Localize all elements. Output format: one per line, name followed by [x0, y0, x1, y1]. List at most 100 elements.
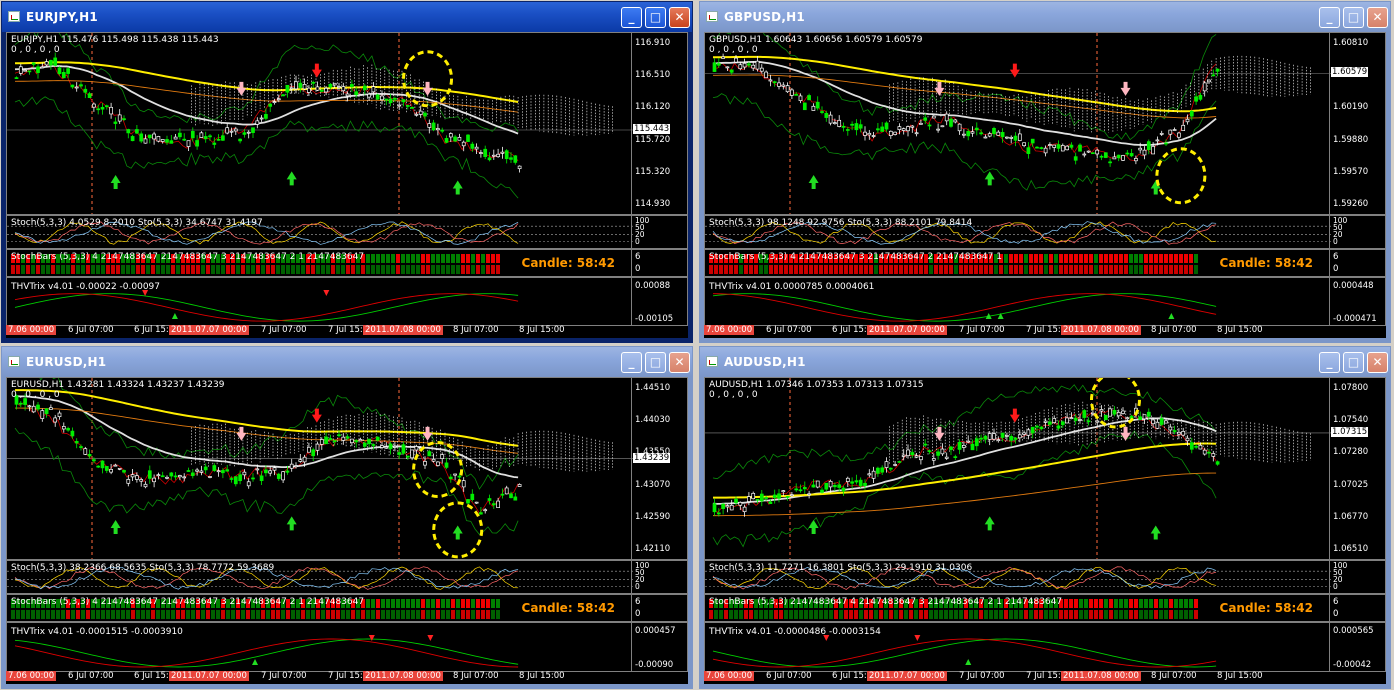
indicator-values: 0 , 0 , 0 , 0: [11, 45, 60, 55]
stochbar: [281, 610, 285, 619]
close-button[interactable]: ✕: [1367, 7, 1388, 28]
stochbar: [186, 265, 190, 274]
stochbar: [1129, 265, 1133, 274]
candle-body: [259, 117, 264, 120]
stochbar: [1004, 265, 1008, 274]
stochbar: [1074, 265, 1078, 274]
stochbar: [1009, 610, 1013, 619]
stochbar: [106, 265, 110, 274]
candle-body: [923, 443, 928, 446]
stochbar: [471, 599, 475, 608]
moving-average-yellow: [712, 442, 1217, 499]
stochbar: [909, 610, 913, 619]
candle-body: [27, 405, 32, 408]
stochbar: [919, 265, 923, 274]
candle-body: [294, 81, 298, 90]
stochbar: [744, 610, 748, 619]
stochbar: [974, 265, 978, 274]
candle-body: [384, 98, 389, 101]
candle-body: [729, 69, 734, 73]
price-pane[interactable]: AUDUSD,H1 1.07346 1.07353 1.07313 1.0731…: [704, 377, 1386, 560]
time-axis[interactable]: 7.06 00:00 6 Jul 07:00 6 Jul 15: 2011.07.07…: [6, 670, 688, 684]
candle-body: [27, 70, 32, 73]
trix-pane[interactable]: THVTrix v4.01 -0.0000486 -0.0003154 0.000…: [704, 622, 1386, 672]
stochbar: [241, 610, 245, 619]
title-bar[interactable]: GBPUSD,H1 _ □ ✕: [700, 2, 1390, 32]
candle-body: [1181, 431, 1186, 436]
stochbar: [436, 265, 440, 274]
chart-window-eurjpy[interactable]: EURJPY,H1 _ □ ✕ EURJPY,H1 115.476 115.49…: [1, 1, 693, 343]
candle-body: [479, 152, 483, 154]
title-bar[interactable]: AUDUSD,H1 _ □ ✕: [700, 347, 1390, 377]
maximize-button[interactable]: □: [645, 352, 666, 373]
candle-body: [246, 131, 251, 134]
stochbar: [1019, 265, 1023, 274]
price-pane[interactable]: EURJPY,H1 115.476 115.498 115.438 115.44…: [6, 32, 688, 215]
candle-body: [122, 118, 126, 121]
stochbar: [1014, 610, 1018, 619]
minimize-button[interactable]: _: [1319, 7, 1340, 28]
trix-pane[interactable]: THVTrix v4.01 -0.0001515 -0.0003910 0.000…: [6, 622, 688, 672]
stochbar: [156, 265, 160, 274]
trix-pane[interactable]: THVTrix v4.01 0.0000785 0.0004061 0.00044…: [704, 277, 1386, 326]
stochbar: [291, 610, 295, 619]
price-axis[interactable]: 1.608101.605001.601901.598801.595701.592…: [1329, 33, 1385, 214]
close-button[interactable]: ✕: [669, 7, 690, 28]
minimize-button[interactable]: _: [621, 352, 642, 373]
stochbar: [146, 265, 150, 274]
chart-window-gbpusd[interactable]: GBPUSD,H1 _ □ ✕ GBPUSD,H1 1.60643 1.6065…: [699, 1, 1391, 343]
close-button[interactable]: ✕: [1367, 352, 1388, 373]
price-axis[interactable]: 1.445101.440301.435501.430701.425901.421…: [631, 378, 687, 559]
title-bar[interactable]: EURUSD,H1 _ □ ✕: [2, 347, 692, 377]
candle-body: [747, 496, 751, 502]
stoch-pane[interactable]: Stoch(5,3,3) 38.2366 68.5635 Sto(5,3,3) …: [6, 560, 688, 594]
stoch-pane[interactable]: Stoch(5,3,3) 98.1248 92.9756 Sto(5,3,3) …: [704, 215, 1386, 249]
time-axis[interactable]: 7.06 00:00 6 Jul 07:00 6 Jul 15: 2011.07.07…: [704, 324, 1386, 338]
candle-body: [431, 458, 436, 462]
price-pane[interactable]: GBPUSD,H1 1.60643 1.60656 1.60579 1.6057…: [704, 32, 1386, 215]
candle-body: [491, 154, 496, 157]
stoch-pane[interactable]: Stoch(5,3,3) 11.7271 16.3801 Sto(5,3,3) …: [704, 560, 1386, 594]
price-pane[interactable]: EURUSD,H1 1.43281 1.43324 1.43237 1.4323…: [6, 377, 688, 560]
chart-area[interactable]: EURJPY,H1 115.476 115.498 115.438 115.44…: [6, 32, 688, 338]
candle-body: [397, 452, 402, 455]
chart-window-eurusd[interactable]: EURUSD,H1 _ □ ✕ EURUSD,H1 1.43281 1.4332…: [1, 346, 693, 689]
stochbars-pane[interactable]: StochBars (5,3,3) 4 2147483647 214748364…: [6, 249, 688, 277]
stochbars-pane[interactable]: StochBars (5,3,3) 4 2147483647 3 2147483…: [704, 249, 1386, 277]
stochbars-pane[interactable]: StochBars (5,3,3) 4 2147483647 214748364…: [6, 594, 688, 622]
chart-window-audusd[interactable]: AUDUSD,H1 _ □ ✕ AUDUSD,H1 1.07346 1.0735…: [699, 346, 1391, 689]
title-bar[interactable]: EURJPY,H1 _ □ ✕: [2, 2, 692, 32]
stochbars-pane[interactable]: StochBars (5,3,3) 2147483647 4 214748364…: [704, 594, 1386, 622]
maximize-button[interactable]: □: [1343, 7, 1364, 28]
time-axis[interactable]: 7.06 00:00 6 Jul 07:00 6 Jul 15: 2011.07.07…: [704, 670, 1386, 684]
maximize-button[interactable]: □: [645, 7, 666, 28]
stochbar: [1169, 254, 1173, 263]
stochbar: [356, 610, 360, 619]
stochbar: [1004, 254, 1008, 263]
candle-body: [470, 493, 475, 500]
candle-body: [401, 444, 406, 454]
stochbar: [1004, 610, 1008, 619]
chart-area[interactable]: GBPUSD,H1 1.60643 1.60656 1.60579 1.6057…: [704, 32, 1386, 338]
candle-body: [40, 410, 45, 419]
chart-area[interactable]: EURUSD,H1 1.43281 1.43324 1.43237 1.4323…: [6, 377, 688, 684]
stochbar: [1144, 610, 1148, 619]
trix-pane[interactable]: THVTrix v4.01 -0.00022 -0.00097 0.00088 -0…: [6, 277, 688, 326]
maximize-button[interactable]: □: [1343, 352, 1364, 373]
time-axis[interactable]: 7.06 00:00 6 Jul 07:00 6 Jul 15: 2011.07.07…: [6, 324, 688, 338]
candle-body: [49, 407, 53, 410]
candle-body: [307, 87, 311, 93]
candle-body: [225, 469, 230, 472]
minimize-button[interactable]: _: [1319, 352, 1340, 373]
minimize-button[interactable]: _: [621, 7, 642, 28]
price-axis[interactable]: 1.07800 1.07540 1.07280 1.07025 1.06770 1.065…: [1329, 378, 1385, 559]
candle-body: [126, 479, 131, 484]
chart-area[interactable]: AUDUSD,H1 1.07346 1.07353 1.07313 1.0731…: [704, 377, 1386, 684]
stoch-pane[interactable]: Stoch(5,3,3) 4.0529 8.2010 Sto(5,3,3) 34…: [6, 215, 688, 249]
price-axis[interactable]: 116.910 116.510 116.120 115.720 115.320 114.9…: [631, 33, 687, 214]
stochbar: [411, 599, 415, 608]
candle-body: [104, 105, 109, 108]
candle-body: [927, 450, 932, 453]
close-button[interactable]: ✕: [669, 352, 690, 373]
price-label: 1.59880: [1333, 134, 1369, 145]
